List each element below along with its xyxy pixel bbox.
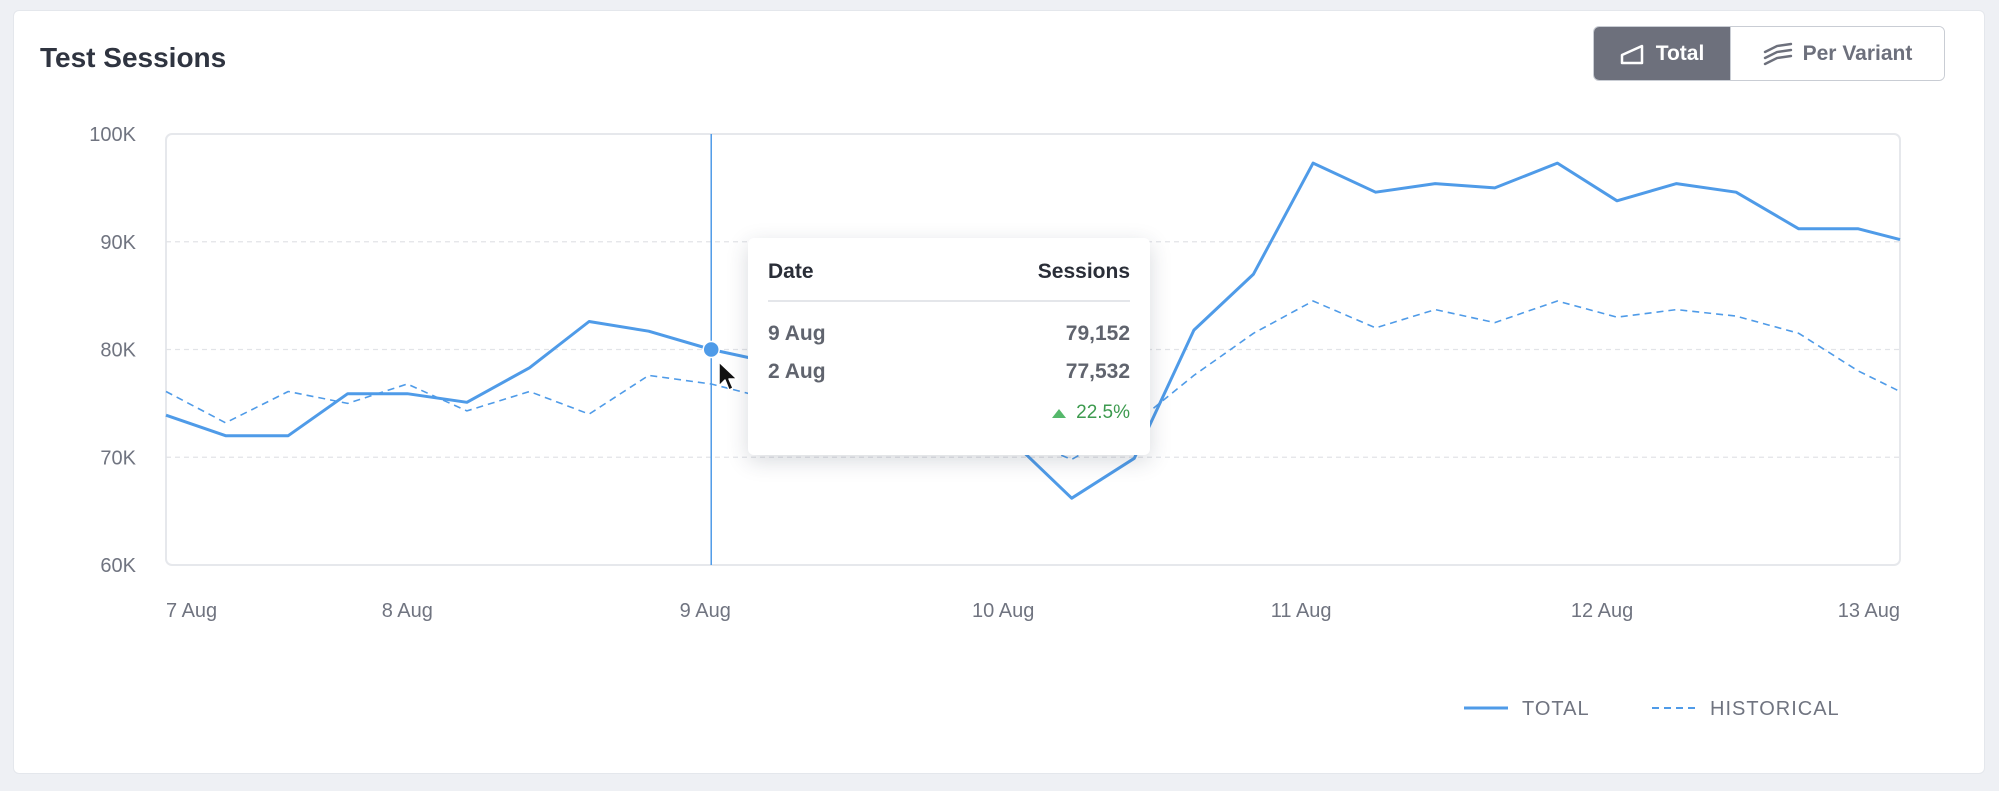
- x-tick-label: 13 Aug: [1838, 600, 1900, 622]
- x-tick-label: 9 Aug: [680, 600, 731, 622]
- hover-data-point: [702, 340, 720, 359]
- tooltip-row: 9 Aug 79,152: [768, 322, 1130, 346]
- tooltip-sessions-header: Sessions: [1037, 260, 1130, 283]
- y-tick-label: 100K: [89, 124, 136, 146]
- tooltip-row: 2 Aug 77,532: [768, 360, 1130, 384]
- legend: TOTAL HISTORICAL: [1464, 698, 1840, 720]
- y-tick-label: 90K: [100, 232, 136, 254]
- x-tick-label: 11 Aug: [1271, 600, 1332, 622]
- tooltip-change-value: 22.5%: [1076, 402, 1130, 423]
- tooltip-row-date: 2 Aug: [768, 360, 826, 383]
- tooltip-date-header: Date: [768, 260, 814, 283]
- x-tick-label: 10 Aug: [972, 600, 1034, 622]
- y-tick-label: 70K: [100, 447, 136, 469]
- legend-total-label: TOTAL: [1522, 698, 1590, 720]
- tooltip-change: 22.5%: [768, 402, 1130, 424]
- tooltip-row-date: 9 Aug: [768, 322, 826, 345]
- y-axis-ticks: 100K 90K 80K 70K 60K: [89, 124, 136, 577]
- tooltip-row-sessions: 77,532: [1065, 360, 1130, 383]
- x-axis-ticks: 7 Aug 8 Aug 9 Aug 10 Aug 11 Aug 12 Aug 13 Aug: [166, 600, 1900, 622]
- hover-tooltip: Date Sessions 9 Aug 79,152 2 Aug 77,532 …: [748, 238, 1150, 455]
- x-tick-label: 7 Aug: [166, 600, 217, 622]
- mouse-cursor-icon: [718, 361, 738, 391]
- x-tick-label: 12 Aug: [1571, 600, 1633, 622]
- x-tick-label: 8 Aug: [382, 600, 433, 622]
- tooltip-row-sessions: 79,152: [1065, 322, 1130, 345]
- up-arrow-icon: [1052, 408, 1067, 418]
- y-tick-label: 60K: [100, 555, 136, 577]
- legend-historical-label: HISTORICAL: [1710, 698, 1840, 720]
- y-tick-label: 80K: [100, 340, 136, 362]
